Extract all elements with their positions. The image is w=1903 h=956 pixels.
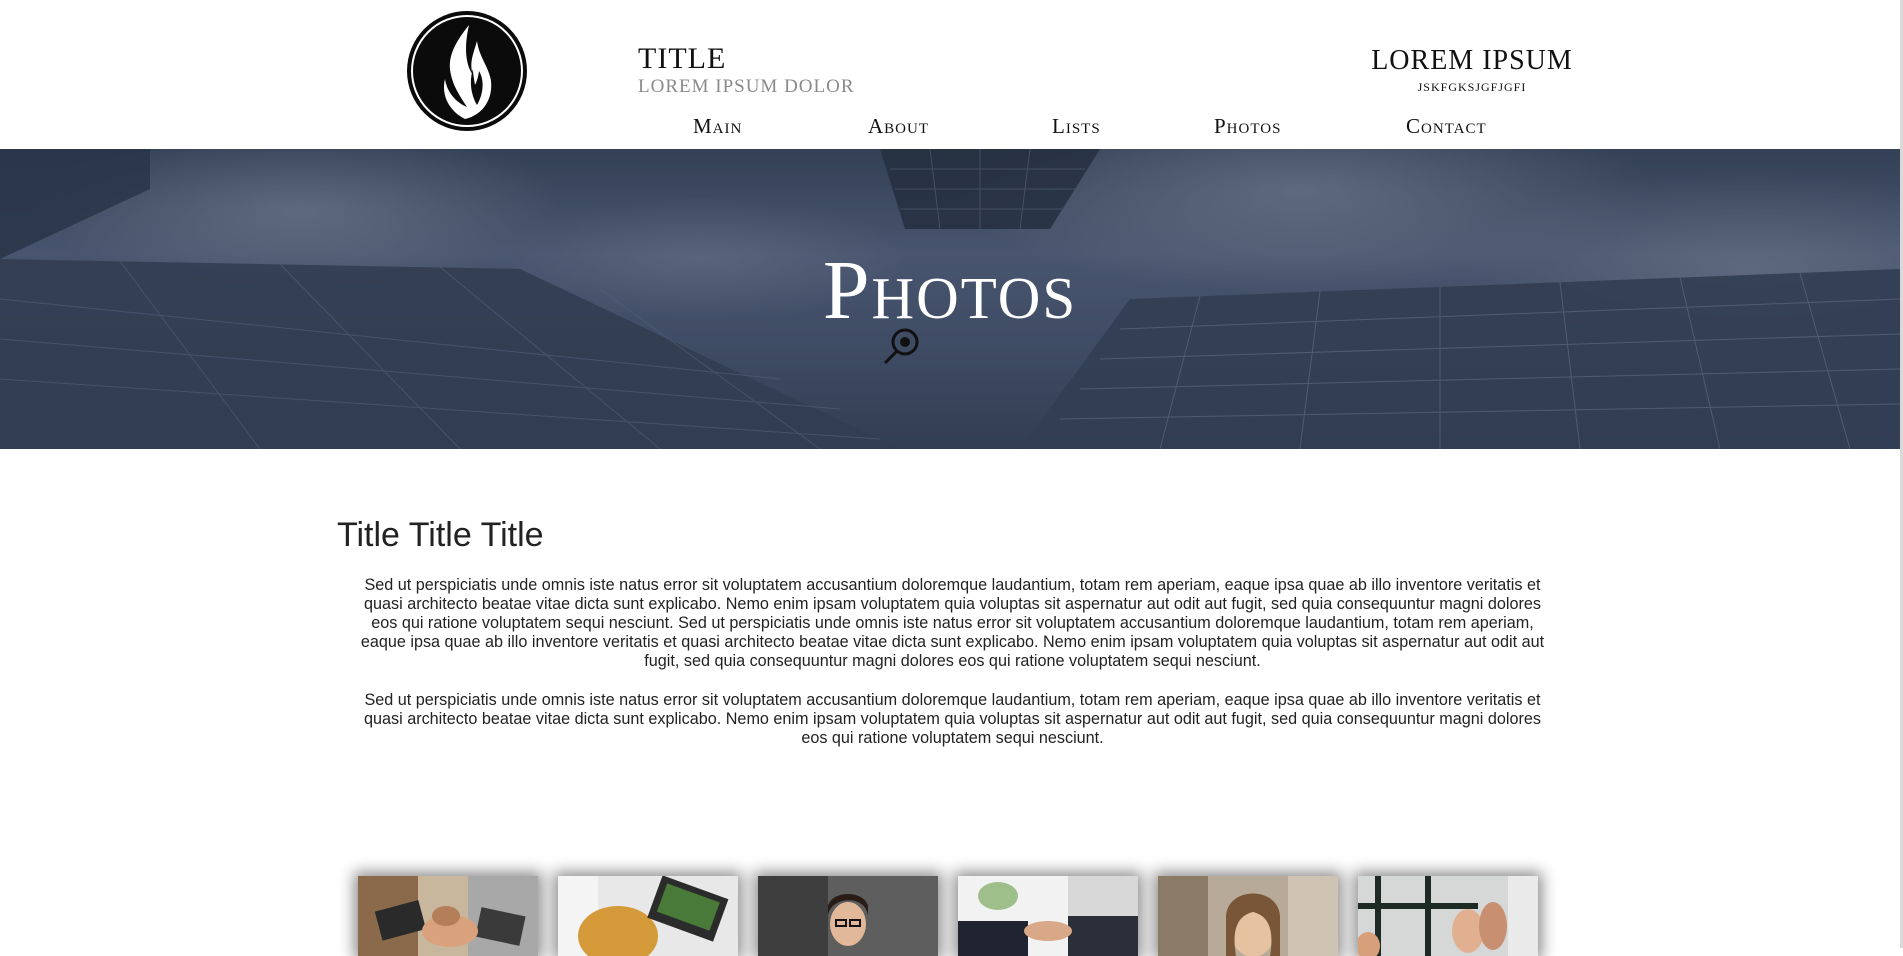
smiling-woman-photo[interactable] — [1158, 876, 1338, 956]
nav-item-main[interactable]: Main — [693, 116, 742, 137]
nav-item-lists[interactable]: Lists — [1052, 116, 1101, 137]
hero-title: Photos — [822, 244, 1078, 337]
high-five-photo[interactable] — [1358, 876, 1538, 956]
header-right-subtitle: JSKFGKSJGFJGFI — [1417, 80, 1527, 94]
flame-logo-icon[interactable] — [407, 11, 527, 131]
header-right-title: LOREM IPSUM — [1371, 45, 1573, 76]
woman-glasses-photo[interactable] — [758, 876, 938, 956]
header-right-block: LOREM IPSUM JSKFGKSJGFJGFI — [1352, 45, 1592, 94]
handshake-photo[interactable] — [958, 876, 1138, 956]
laptop-work-photo[interactable] — [558, 876, 738, 956]
paragraph-2: Sed ut perspiciatis unde omnis iste natu… — [364, 691, 1541, 747]
page: TITLE LOREM IPSUM DOLOR LOREM IPSUM JSKF… — [0, 0, 1900, 956]
team-hands-photo[interactable] — [358, 876, 538, 956]
nav-item-about[interactable]: About — [868, 116, 929, 137]
site-title: TITLE — [638, 42, 727, 75]
paragraph-1: Sed ut perspiciatis unde omnis iste natu… — [360, 576, 1545, 670]
nav-item-photos[interactable]: Photos — [1214, 116, 1281, 137]
site-subtitle: LOREM IPSUM DOLOR — [638, 76, 855, 97]
nav-item-contact[interactable]: Contact — [1406, 116, 1487, 137]
section-title: Title Title Title — [337, 516, 544, 554]
hero-banner: Photos — [0, 149, 1900, 449]
